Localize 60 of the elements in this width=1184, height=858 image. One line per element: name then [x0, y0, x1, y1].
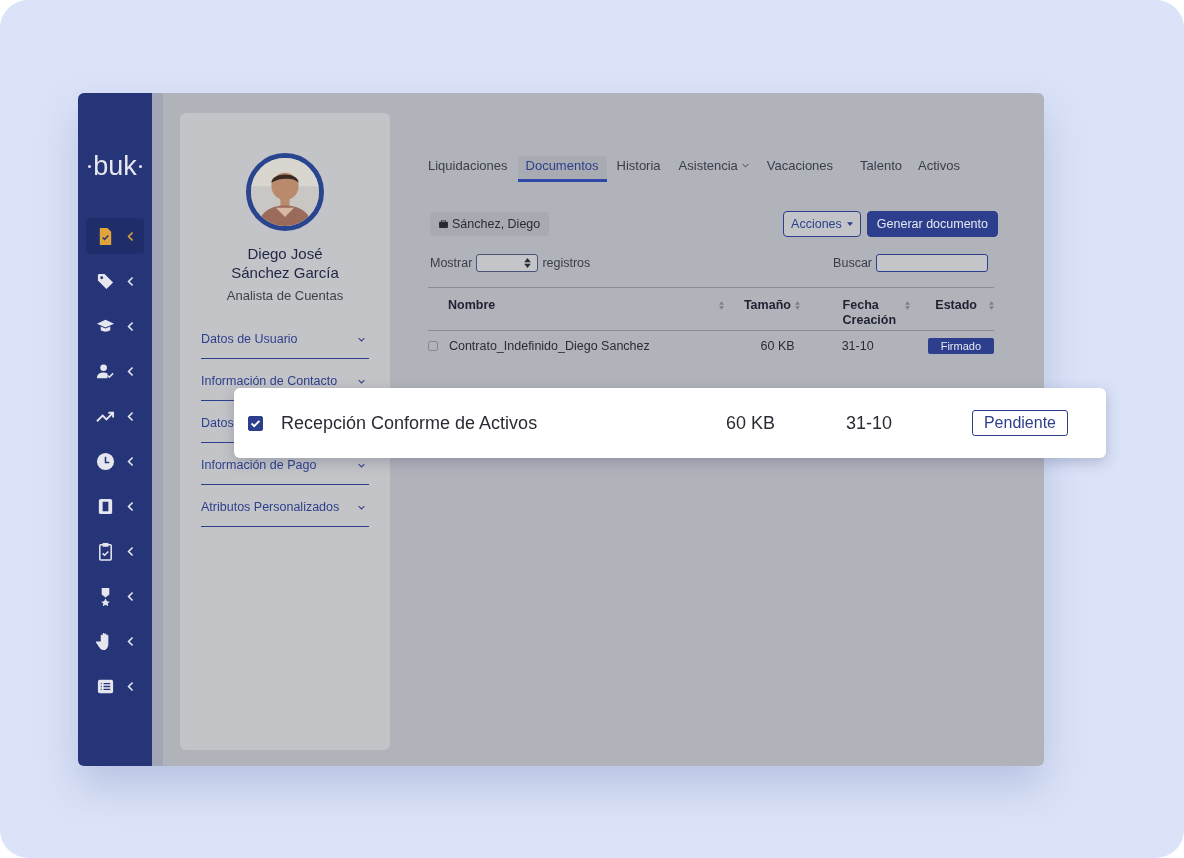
show-label: Mostrar [430, 256, 473, 270]
chevron-left-icon [126, 365, 135, 377]
logo: buk [93, 151, 137, 182]
creation-date: 31-10 [845, 412, 893, 434]
records-label: registros [542, 256, 591, 270]
actions-dropdown[interactable]: Acciones [783, 211, 861, 237]
tag-icon [95, 271, 115, 291]
search-label: Buscar [833, 256, 872, 270]
document-name: Recepción Conforme de Activos [281, 412, 538, 434]
employee-name: Diego José [246, 244, 324, 263]
chevron-left-icon [126, 320, 135, 332]
generate-button[interactable]: Generar documento [866, 211, 998, 237]
column-header[interactable]: Nombre [448, 298, 496, 312]
chevron-down-icon [358, 336, 365, 342]
chevron-left-icon [126, 590, 135, 602]
chevron-left-icon [126, 545, 135, 557]
tab[interactable]: Activos [918, 156, 960, 182]
user-check-icon [95, 361, 115, 381]
status-badge: Pendiente [971, 410, 1068, 436]
chevron-left-icon [126, 500, 135, 512]
job-title: Analista de Cuentas [226, 288, 344, 303]
tab[interactable]: Talento [860, 156, 902, 182]
employee-chip[interactable]: Sánchez, Diego [430, 212, 550, 236]
status-badge: Firmado [927, 338, 994, 354]
table-cell-text: Contrato_Indefinido_Diego Sanchez [448, 339, 651, 353]
column-header[interactable]: Tamaño [743, 298, 791, 312]
column-header[interactable]: Estado [935, 298, 977, 312]
briefcase-icon [439, 220, 448, 228]
employee-name: Sánchez García [231, 263, 339, 282]
file-size: 60 KB [725, 412, 776, 434]
sort-arrows-icon [524, 258, 532, 268]
chevron-left-icon [126, 455, 135, 467]
tab[interactable]: Liquidaciones [428, 156, 508, 182]
chevron-left-icon [126, 230, 135, 242]
logo-dot [138, 165, 142, 168]
chevron-down-icon [358, 462, 365, 468]
chevron-left-icon [126, 275, 135, 287]
tab[interactable]: Historia [616, 156, 661, 182]
caret-icon [846, 222, 853, 226]
tab[interactable]: Documentos [517, 156, 607, 182]
logo-dot [88, 165, 92, 168]
column-header[interactable]: Fecha Creación [842, 298, 901, 328]
chevron-down-icon [358, 504, 365, 510]
clock-icon [95, 451, 115, 471]
table-cell-text: 31-10 [840, 339, 875, 353]
chevron-left-icon [126, 410, 135, 422]
row-checkbox[interactable] [428, 341, 438, 351]
section-link[interactable]: Datos de Usuario [201, 332, 369, 359]
sidebar-item[interactable] [86, 218, 144, 254]
chevron-down-icon [741, 163, 749, 168]
table-cell-text: 60 KB [759, 339, 795, 353]
row-checkbox[interactable] [248, 415, 263, 431]
tab[interactable]: Vacaciones [766, 156, 834, 182]
section-link[interactable]: Atributos Personalizados [201, 500, 369, 527]
page-size-select[interactable] [476, 254, 539, 272]
tab[interactable]: Asistencia [678, 156, 749, 182]
chevron-left-icon [126, 680, 135, 692]
search-field[interactable] [876, 254, 988, 272]
chevron-left-icon [126, 635, 135, 647]
chevron-down-icon [358, 378, 365, 384]
